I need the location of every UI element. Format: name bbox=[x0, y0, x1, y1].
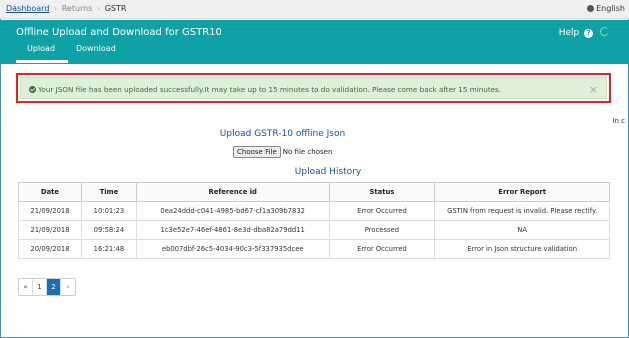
alert-highlight-box: Your JSON file has been uploaded success… bbox=[16, 73, 611, 103]
table-header-row: Date Time Reference id Status Error Repo… bbox=[18, 182, 610, 202]
column-header-date: Date bbox=[18, 182, 82, 202]
cell-time: 16:21:48 bbox=[80, 239, 137, 259]
pagination: « 1 2 » bbox=[18, 278, 76, 296]
cell-reference-id: 1c3e52e7-46ef-4861-8e3d-dba82a79dd11 bbox=[135, 220, 330, 240]
truncated-text: In c bbox=[612, 117, 625, 125]
cell-reference-id: 0ea24ddd-c041-4985-bd67-cf1a309b7832 bbox=[135, 201, 330, 221]
page-title: Offline Upload and Download for GSTR10 bbox=[16, 27, 222, 38]
refresh-icon[interactable] bbox=[600, 27, 609, 36]
language-label: English bbox=[596, 4, 625, 13]
pagination-prev-button[interactable]: « bbox=[19, 279, 33, 295]
cell-status: Error Occurred bbox=[328, 201, 436, 221]
pagination-next-button[interactable]: » bbox=[61, 279, 75, 295]
pagination-page-1[interactable]: 1 bbox=[33, 279, 47, 295]
language-selector[interactable]: English bbox=[587, 4, 625, 13]
tab-download[interactable]: Download bbox=[76, 44, 116, 53]
table-row: 21/09/2018 10:01:23 0ea24ddd-c041-4985-b… bbox=[18, 201, 610, 221]
breadcrumb-returns[interactable]: Returns bbox=[62, 4, 93, 13]
help-label: Help bbox=[558, 28, 580, 38]
alert-message: Your JSON file has been uploaded success… bbox=[38, 85, 502, 94]
help-icon: ? bbox=[584, 29, 594, 38]
column-header-reference-id: Reference id bbox=[135, 182, 330, 202]
file-status: No file chosen bbox=[282, 148, 333, 156]
upload-title: Upload GSTR-10 offline Json bbox=[219, 129, 346, 139]
column-header-error-report: Error Report bbox=[434, 182, 610, 202]
cell-status: Processed bbox=[328, 220, 436, 240]
cell-date: 21/09/2018 bbox=[18, 220, 82, 240]
column-header-time: Time bbox=[80, 182, 137, 202]
globe-icon bbox=[587, 5, 595, 12]
upload-history-title: Upload History bbox=[294, 167, 362, 177]
cell-error-report: GSTIN from request is invalid. Please re… bbox=[434, 201, 610, 221]
breadcrumb-dashboard[interactable]: Dashboard bbox=[6, 4, 49, 13]
breadcrumb-gstr: GSTR bbox=[104, 4, 127, 13]
table-row: 20/09/2018 16:21:48 eb007dbf-26c5-4034-9… bbox=[18, 239, 610, 259]
close-alert-button[interactable]: × bbox=[589, 83, 598, 96]
active-tab-indicator bbox=[16, 60, 68, 63]
cell-reference-id: eb007dbf-26c5-4034-90c3-5f337935dcee bbox=[135, 239, 330, 259]
help-link[interactable]: Help ? bbox=[559, 27, 609, 38]
file-upload-row: Choose File No file chosen bbox=[233, 146, 332, 158]
success-alert: Your JSON file has been uploaded success… bbox=[20, 77, 607, 99]
tab-upload[interactable]: Upload bbox=[16, 44, 66, 53]
cell-date: 21/09/2018 bbox=[18, 201, 82, 221]
cell-date: 20/09/2018 bbox=[18, 239, 82, 259]
breadcrumb-separator: › bbox=[53, 4, 58, 13]
column-header-status: Status bbox=[328, 182, 436, 202]
cell-time: 09:58:24 bbox=[80, 220, 137, 240]
cell-error-report: NA bbox=[434, 220, 610, 240]
breadcrumb-separator: › bbox=[96, 4, 101, 13]
pagination-page-2[interactable]: 2 bbox=[47, 279, 61, 295]
table-row: 21/09/2018 09:58:24 1c3e52e7-46ef-4861-8… bbox=[18, 220, 610, 240]
upload-history-table: Date Time Reference id Status Error Repo… bbox=[18, 182, 610, 259]
cell-time: 10:01:23 bbox=[80, 201, 137, 221]
check-circle-icon bbox=[29, 86, 36, 93]
cell-status: Error Occurred bbox=[328, 239, 436, 259]
breadcrumb: Dashboard › Returns › GSTR English bbox=[0, 0, 629, 19]
cell-error-report: Error in Json structure validation bbox=[434, 239, 610, 259]
choose-file-button[interactable]: Choose File bbox=[233, 146, 281, 158]
page-header: Offline Upload and Download for GSTR10 H… bbox=[0, 20, 629, 64]
